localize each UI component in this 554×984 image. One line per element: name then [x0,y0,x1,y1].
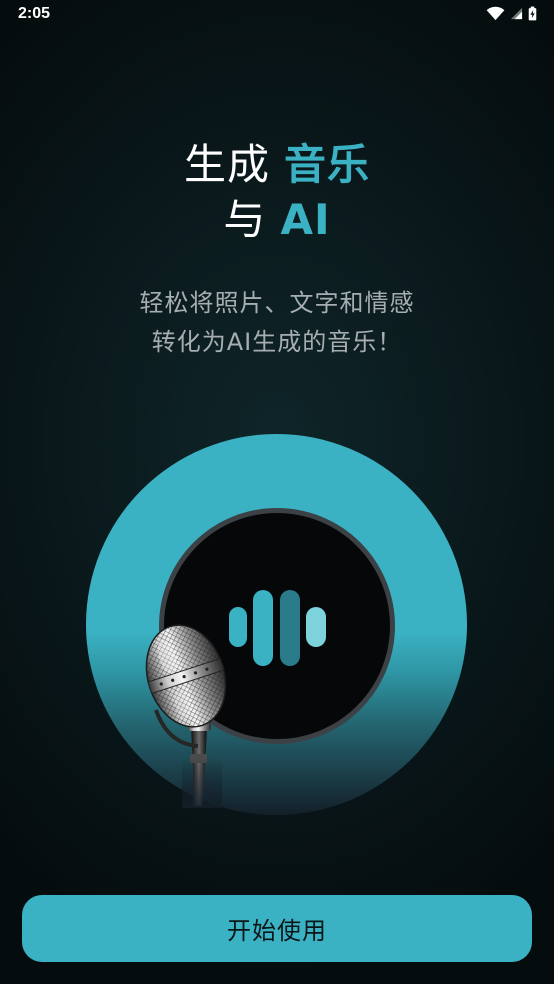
status-bar: 2:05 [0,0,554,30]
sound-wave-bar [306,607,326,647]
subtitle-line-2: 转化为AI生成的音乐！ [151,328,403,356]
battery-charging-icon [528,6,537,21]
page-title: 生成 音乐 与 AI [0,137,554,247]
wifi-icon [486,6,505,21]
subtitle-line-1: 轻松将照片、文字和情感 [139,289,415,317]
subtitle: 轻松将照片、文字和情感 转化为AI生成的音乐！ [0,284,554,362]
title-line-1-accent: 音乐 [284,140,371,189]
status-icons [486,6,537,21]
title-line-2: 与 AI [0,192,554,247]
title-line-2-plain: 与 [223,195,267,244]
status-time: 2:05 [18,5,51,22]
sound-wave-bar [280,590,300,666]
cellular-signal-icon [510,7,523,20]
sound-wave-bar [253,590,273,666]
title-line-2-accent: AI [280,195,331,244]
title-line-1-plain: 生成 [183,140,270,189]
title-line-1: 生成 音乐 [0,137,554,192]
start-button[interactable]: 开始使用 [22,895,532,962]
microphone-icon [145,624,227,808]
